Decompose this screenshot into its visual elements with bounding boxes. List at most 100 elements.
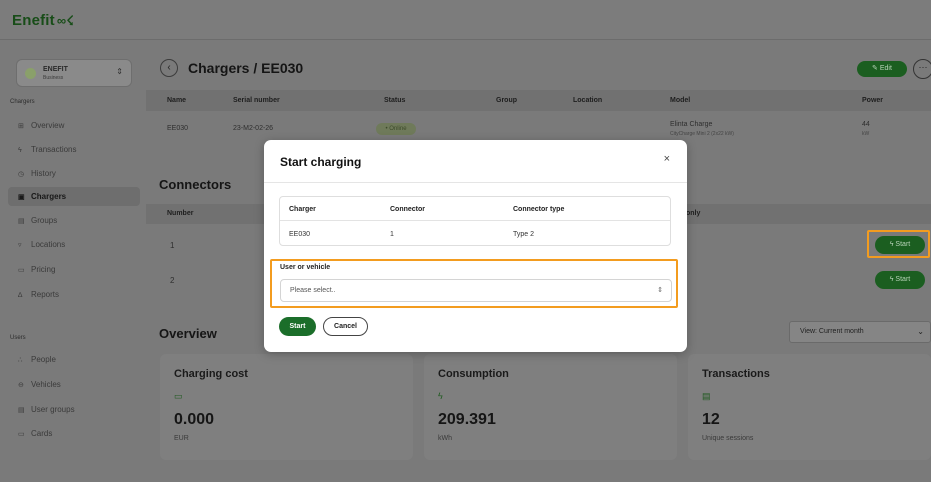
chevron-down-icon: ⌄: [917, 327, 924, 336]
summary-connector-type: Type 2: [513, 231, 535, 238]
reports-icon: ∆: [18, 292, 23, 299]
brand-mark-icon: ∞☇: [56, 13, 74, 28]
sidebar-item-groups[interactable]: ▤ Groups: [8, 211, 140, 230]
sidebar-item-label: Overview: [31, 121, 65, 130]
connectors-title: Connectors: [159, 177, 232, 192]
sidebar-item-label: People: [31, 355, 56, 364]
card-title: Consumption: [438, 368, 509, 380]
column-header: Model: [670, 97, 691, 104]
transactions-card: Transactions ▤ 12 Unique sessions: [688, 354, 931, 460]
dialog-title: Start charging: [280, 155, 362, 169]
sidebar-item-cards[interactable]: ▭ Cards: [8, 424, 140, 443]
sidebar-section-chargers: Chargers: [10, 99, 35, 105]
receipt-icon: ▤: [702, 391, 711, 401]
charger-name: EE030: [167, 125, 189, 132]
connector-number: 1: [170, 241, 175, 250]
sidebar-item-user-groups[interactable]: ▤ User groups: [8, 400, 140, 419]
sidebar-item-transactions[interactable]: ϟ Transactions: [8, 140, 140, 159]
start-charging-dialog: Start charging × Charger Connector Conne…: [264, 140, 687, 352]
pricing-icon: ▭: [18, 267, 25, 274]
sidebar-item-locations[interactable]: ▿ Locations: [8, 235, 140, 254]
sidebar-item-label: User groups: [31, 405, 75, 414]
summary-charger: EE030: [289, 231, 311, 238]
groups-icon: ▤: [18, 218, 25, 225]
card-unit: kWh: [438, 435, 452, 442]
charger-power: 44: [862, 121, 870, 128]
wallet-icon: ▭: [174, 391, 183, 401]
sidebar-item-label: Cards: [31, 429, 53, 438]
dialog-summary-table: Charger Connector Connector type EE030 1…: [279, 196, 671, 246]
charger-power-unit: kW: [862, 131, 870, 137]
sidebar-item-history[interactable]: ◷ History: [8, 164, 140, 183]
sidebar-item-label: Groups: [31, 216, 58, 225]
sidebar-item-pricing[interactable]: ▭ Pricing: [8, 260, 140, 279]
charger-model-detail: CityCharge Mini 2 (2x22 kW): [670, 131, 734, 137]
sidebar-item-label: History: [31, 169, 56, 178]
card-title: Charging cost: [174, 368, 248, 380]
connector-number: 2: [170, 276, 175, 285]
edit-label: Edit: [879, 65, 892, 72]
bolt-icon: ϟ: [438, 391, 443, 401]
period-select[interactable]: View: Current month ⌄: [789, 321, 931, 343]
consumption-card: Consumption ϟ 209.391 kWh: [424, 354, 677, 460]
people-icon: ∴: [18, 357, 23, 364]
enefit-logo[interactable]: Enefit ∞☇: [12, 12, 74, 29]
sidebar-item-vehicles[interactable]: ⊖ Vehicles: [8, 375, 140, 394]
page-title: Chargers / EE030: [188, 60, 304, 76]
pencil-icon: ✎: [872, 65, 878, 72]
close-icon[interactable]: ×: [664, 153, 670, 165]
sidebar: ENEFIT Business ⇕ Chargers ⊞ Overview ϟ Tr…: [0, 40, 146, 482]
grid-icon: ⊞: [18, 123, 24, 130]
sidebar-item-chargers[interactable]: ▣ Chargers: [8, 187, 140, 206]
charging-cost-card: Charging cost ▭ 0.000 EUR: [160, 354, 413, 460]
organization-name: ENEFIT: [43, 66, 68, 73]
cancel-button[interactable]: Cancel: [323, 317, 368, 336]
column-header: Power: [862, 97, 884, 104]
column-header: Status: [384, 97, 406, 104]
card-value: 12: [702, 411, 720, 428]
location-icon: ▿: [18, 242, 22, 249]
organization-type: Business: [43, 75, 64, 81]
chevron-updown-icon: ⇕: [116, 67, 123, 76]
top-bar: Enefit ∞☇: [0, 0, 931, 40]
column-header: Serial number: [233, 97, 280, 104]
card-value: 209.391: [438, 411, 496, 428]
sidebar-item-label: Pricing: [31, 265, 56, 274]
start-button[interactable]: Start: [279, 317, 316, 336]
back-button[interactable]: ‹: [160, 59, 178, 77]
sidebar-item-label: Transactions: [31, 145, 77, 154]
column-header: Group: [496, 97, 517, 104]
sidebar-item-reports[interactable]: ∆ Reports: [8, 285, 140, 304]
column-header: Location: [573, 97, 603, 104]
card-unit: EUR: [174, 435, 189, 442]
column-header: Connector type: [513, 206, 565, 213]
sidebar-item-overview[interactable]: ⊞ Overview: [8, 116, 140, 135]
sidebar-item-people[interactable]: ∴ People: [8, 350, 140, 369]
charger-model: Elinta Charge: [670, 121, 713, 128]
divider: [264, 182, 687, 183]
more-options-button[interactable]: ···: [913, 59, 931, 79]
card-unit: Unique sessions: [702, 435, 754, 442]
sidebar-item-label: Reports: [31, 290, 60, 299]
organization-switcher[interactable]: ENEFIT Business ⇕: [16, 59, 132, 87]
charger-serial: 23-M2-02-26: [233, 125, 274, 132]
column-header: Number: [167, 210, 194, 217]
charger-table-header: Name Serial number Status Group Location…: [146, 90, 931, 111]
cards-icon: ▭: [18, 431, 25, 438]
clock-icon: ◷: [18, 171, 25, 178]
vehicle-icon: ⊖: [18, 382, 24, 389]
summary-connector: 1: [390, 231, 394, 238]
bolt-icon: ϟ: [18, 147, 22, 154]
sidebar-item-label: Locations: [31, 240, 66, 249]
brand-name: Enefit: [12, 12, 55, 29]
highlight-box: [270, 259, 678, 308]
sidebar-item-label: Vehicles: [31, 380, 61, 389]
period-select-value: View: Current month: [800, 328, 864, 335]
edit-button[interactable]: ✎ Edit: [857, 61, 907, 77]
column-header: Connector: [390, 206, 425, 213]
summary-header-row: [280, 197, 670, 221]
start-connector-2-button[interactable]: ϟ Start: [875, 271, 925, 289]
highlight-box: [867, 230, 930, 258]
user-groups-icon: ▤: [18, 407, 25, 414]
card-value: 0.000: [174, 411, 215, 428]
